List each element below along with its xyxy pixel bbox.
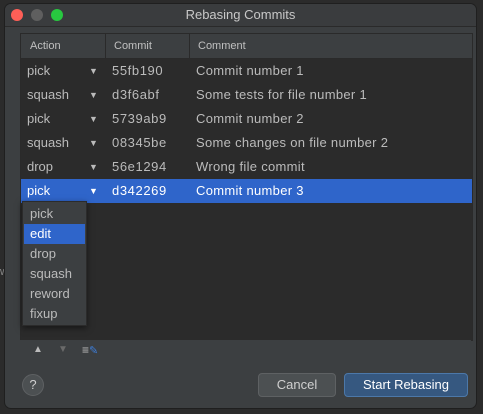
commit-comment: Some changes on file number 2 [196, 135, 389, 150]
action-cell[interactable]: pick [27, 179, 50, 203]
table-row[interactable]: squash ▼ d3f6abf Some tests for file num… [21, 83, 472, 107]
commit-comment: Commit number 3 [196, 183, 304, 198]
table-row[interactable]: drop ▼ 56e1294 Wrong file commit [21, 155, 472, 179]
action-cell[interactable]: pick [27, 107, 50, 131]
commit-comment: Commit number 2 [196, 111, 304, 126]
dropdown-arrow-icon[interactable]: ▼ [89, 179, 98, 203]
commit-hash: 56e1294 [112, 159, 167, 174]
column-divider[interactable] [105, 34, 106, 58]
commit-hash: d342269 [112, 183, 167, 198]
commit-hash: 5739ab9 [112, 111, 167, 126]
action-cell[interactable]: pick [27, 59, 50, 83]
dropdown-option-pick[interactable]: pick [24, 204, 85, 224]
column-divider[interactable] [189, 34, 190, 58]
table-row[interactable]: pick ▼ 5739ab9 Commit number 2 [21, 107, 472, 131]
dropdown-option-drop[interactable]: drop [24, 244, 85, 264]
table-row[interactable]: squash ▼ 08345be Some changes on file nu… [21, 131, 472, 155]
arrow-down-icon[interactable]: ▼ [58, 342, 68, 358]
title-bar: Rebasing Commits [5, 4, 476, 27]
action-cell[interactable]: squash [27, 83, 69, 107]
help-button[interactable]: ? [22, 374, 44, 396]
commit-comment: Commit number 1 [196, 63, 304, 78]
dropdown-arrow-icon[interactable]: ▼ [89, 83, 98, 107]
dropdown-arrow-icon[interactable]: ▼ [89, 59, 98, 83]
start-rebasing-button[interactable]: Start Rebasing [344, 373, 468, 397]
commit-comment: Wrong file commit [196, 159, 305, 174]
commits-table[interactable]: Action Commit Comment pick ▼ 55fb190 Com… [20, 33, 473, 341]
table-row-selected[interactable]: pick ▼ d342269 Commit number 3 [21, 179, 472, 203]
action-dropdown-list[interactable]: pick edit drop squash reword fixup [22, 201, 87, 326]
table-toolbar: ▲ ▼ ≡✎ [20, 340, 471, 360]
edit-message-icon[interactable]: ≡✎ [82, 342, 98, 358]
cancel-button[interactable]: Cancel [258, 373, 336, 397]
column-header-commit[interactable]: Commit [114, 34, 152, 58]
dropdown-option-edit[interactable]: edit [24, 224, 85, 244]
dropdown-option-fixup[interactable]: fixup [24, 304, 85, 324]
dropdown-arrow-icon[interactable]: ▼ [89, 107, 98, 131]
column-header-action[interactable]: Action [30, 34, 61, 58]
commit-comment: Some tests for file number 1 [196, 87, 367, 102]
dropdown-arrow-icon[interactable]: ▼ [89, 155, 98, 179]
dropdown-option-squash[interactable]: squash [24, 264, 85, 284]
arrow-up-icon[interactable]: ▲ [33, 342, 43, 358]
dropdown-arrow-icon[interactable]: ▼ [89, 131, 98, 155]
action-cell[interactable]: squash [27, 131, 69, 155]
dropdown-option-reword[interactable]: reword [24, 284, 85, 304]
table-row[interactable]: pick ▼ 55fb190 Commit number 1 [21, 59, 472, 83]
commit-hash: 08345be [112, 135, 167, 150]
action-cell[interactable]: drop [27, 155, 53, 179]
commit-hash: d3f6abf [112, 87, 160, 102]
table-header: Action Commit Comment [21, 34, 472, 59]
column-header-comment[interactable]: Comment [198, 34, 246, 58]
commit-hash: 55fb190 [112, 63, 164, 78]
window-title: Rebasing Commits [185, 7, 296, 22]
